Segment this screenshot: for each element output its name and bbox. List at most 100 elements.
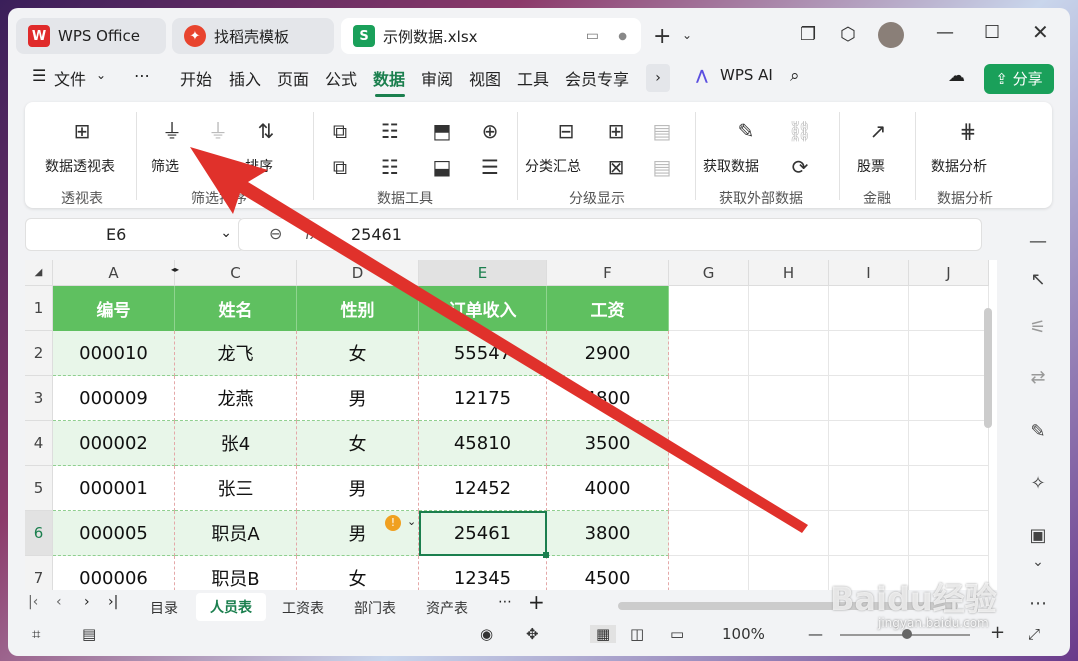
zoom-level[interactable]: 100% bbox=[722, 625, 765, 643]
warning-chevron-icon[interactable]: ⌄ bbox=[407, 515, 419, 529]
sort-button[interactable]: 排序 bbox=[245, 156, 273, 176]
menu-icon[interactable]: ☰ bbox=[32, 66, 46, 85]
zoom-formula-icon[interactable]: ⊖ bbox=[269, 224, 282, 243]
row-header-1[interactable]: 1 bbox=[25, 286, 53, 331]
menu-view[interactable]: 视图 bbox=[469, 66, 501, 90]
chevron-down-icon[interactable]: ⌄ bbox=[682, 28, 692, 42]
filter-icon[interactable]: ⏚ bbox=[159, 118, 185, 144]
scroll-right-icon[interactable]: › bbox=[646, 64, 670, 92]
empty-cell[interactable] bbox=[829, 466, 909, 511]
column-header-a[interactable]: A bbox=[53, 260, 175, 286]
next-sheet-icon[interactable]: › bbox=[84, 594, 90, 610]
book-icon[interactable]: ▣ bbox=[1024, 522, 1052, 550]
more-sheets-icon[interactable]: ⋯ bbox=[498, 594, 512, 610]
collapse-icon[interactable]: — bbox=[1024, 228, 1052, 256]
consolidate-icon[interactable]: ☰ bbox=[477, 154, 503, 180]
menu-insert[interactable]: 插入 bbox=[229, 66, 261, 90]
empty-cell[interactable] bbox=[749, 331, 829, 376]
normal-view-icon[interactable]: ▦ bbox=[590, 625, 617, 643]
column-header-j[interactable]: J bbox=[909, 260, 989, 286]
menu-formula[interactable]: 公式 bbox=[325, 66, 357, 90]
fill-handle[interactable] bbox=[543, 552, 549, 558]
table-cell[interactable]: 000001 bbox=[53, 466, 175, 511]
empty-cell[interactable] bbox=[669, 331, 749, 376]
data-analysis-button[interactable]: 数据分析 bbox=[931, 156, 987, 176]
filter-button[interactable]: 筛选 bbox=[151, 156, 179, 176]
table-header-cell[interactable]: 性别 bbox=[297, 286, 419, 331]
refresh-icon[interactable]: ⟳ bbox=[787, 154, 813, 180]
column-header-i[interactable]: I bbox=[829, 260, 909, 286]
link-icon[interactable]: ⛓ bbox=[787, 118, 813, 144]
table-cell[interactable]: 张4 bbox=[175, 421, 297, 466]
cursor-icon[interactable]: ↖ bbox=[1024, 266, 1052, 294]
zoom-slider-thumb[interactable] bbox=[902, 629, 912, 639]
sheet-tab-salary[interactable]: 工资表 bbox=[282, 598, 324, 618]
empty-cell[interactable] bbox=[909, 286, 989, 331]
tab-wps-office[interactable]: W WPS Office bbox=[16, 18, 166, 54]
last-sheet-icon[interactable]: ›| bbox=[108, 594, 118, 610]
table-header-cell[interactable]: 编号 bbox=[53, 286, 175, 331]
cube-icon[interactable]: ⬡ bbox=[840, 24, 856, 45]
tab-file[interactable]: S 示例数据.xlsx ▭ ● bbox=[341, 18, 641, 54]
table-cell[interactable]: 龙飞 bbox=[175, 331, 297, 376]
empty-cell[interactable] bbox=[749, 376, 829, 421]
subtotal-button[interactable]: 分类汇总 bbox=[525, 156, 581, 176]
fill-icon[interactable]: ⬒ bbox=[429, 118, 455, 144]
monitor-icon[interactable]: ▭ bbox=[586, 28, 599, 44]
fullscreen-icon[interactable]: ⤢ bbox=[1028, 625, 1040, 643]
show-detail-icon[interactable]: ▤ bbox=[649, 118, 675, 144]
empty-cell[interactable] bbox=[909, 466, 989, 511]
sheet-tab-assets[interactable]: 资产表 bbox=[426, 598, 468, 618]
split-column-icon[interactable]: ☷ bbox=[377, 118, 403, 144]
stock-chart-icon[interactable]: ↗ bbox=[865, 118, 891, 144]
empty-cell[interactable] bbox=[749, 286, 829, 331]
empty-cell[interactable] bbox=[909, 511, 989, 556]
empty-cell[interactable] bbox=[749, 421, 829, 466]
table-cell[interactable]: 女 bbox=[297, 331, 419, 376]
more-icon[interactable]: ⋯ bbox=[1024, 590, 1052, 618]
select-all-corner[interactable]: ◢ bbox=[25, 260, 53, 286]
row-header-3[interactable]: 3 bbox=[25, 376, 53, 421]
empty-cell[interactable] bbox=[909, 331, 989, 376]
convert-icon[interactable]: ⇄ bbox=[1024, 364, 1052, 392]
dropdown-list-icon[interactable]: ⬓ bbox=[429, 154, 455, 180]
pivot-table-icon[interactable]: ⊞ bbox=[69, 118, 95, 144]
zoom-out-icon[interactable]: — bbox=[808, 625, 823, 643]
menu-file[interactable]: 文件 bbox=[54, 66, 86, 90]
duplicate-icon[interactable]: ⧉ bbox=[327, 118, 353, 144]
table-cell[interactable]: 男 bbox=[297, 376, 419, 421]
hidden-column-marker-icon[interactable]: ◂▸ bbox=[171, 260, 183, 286]
sidebar-toggle-icon[interactable]: ▤ bbox=[82, 625, 96, 643]
table-cell[interactable]: 45810 bbox=[419, 421, 547, 466]
first-sheet-icon[interactable]: |‹ bbox=[28, 594, 38, 610]
warning-icon[interactable]: ! bbox=[385, 515, 401, 531]
empty-cell[interactable] bbox=[669, 556, 749, 590]
table-header-cell[interactable]: 姓名 bbox=[175, 286, 297, 331]
empty-cell[interactable] bbox=[829, 511, 909, 556]
table-cell[interactable]: 2900 bbox=[547, 331, 669, 376]
empty-cell[interactable] bbox=[749, 511, 829, 556]
hide-detail-icon[interactable]: ▤ bbox=[649, 154, 675, 180]
table-cell[interactable]: 张三 bbox=[175, 466, 297, 511]
menu-tools[interactable]: 工具 bbox=[517, 66, 549, 90]
minimize-icon[interactable]: — bbox=[936, 22, 954, 43]
table-cell[interactable]: 职员A bbox=[175, 511, 297, 556]
menu-review[interactable]: 审阅 bbox=[421, 66, 453, 90]
zoom-in-icon[interactable]: + bbox=[990, 622, 1005, 643]
empty-cell[interactable] bbox=[749, 556, 829, 590]
wps-ai-button[interactable]: WPS AI bbox=[720, 66, 773, 84]
pivot-table-button[interactable]: 数据透视表 bbox=[45, 156, 115, 176]
row-header-7[interactable]: 7 bbox=[25, 556, 53, 590]
tab-template[interactable]: ✦ 找稻壳模板 bbox=[172, 18, 334, 54]
table-cell[interactable]: 4800 bbox=[547, 376, 669, 421]
file-chevron-icon[interactable]: ⌄ bbox=[96, 68, 106, 82]
table-cell[interactable]: 000005 bbox=[53, 511, 175, 556]
menu-more[interactable]: ⋯ bbox=[134, 66, 150, 85]
remove-duplicates-icon[interactable]: ☷ bbox=[377, 154, 403, 180]
table-cell[interactable]: 女 bbox=[297, 556, 419, 590]
empty-cell[interactable] bbox=[669, 286, 749, 331]
empty-cell[interactable] bbox=[909, 421, 989, 466]
fx-icon[interactable]: fx bbox=[305, 225, 319, 243]
ungroup-icon[interactable]: ⊠ bbox=[603, 154, 629, 180]
focus-icon[interactable]: ✥ bbox=[526, 625, 539, 643]
